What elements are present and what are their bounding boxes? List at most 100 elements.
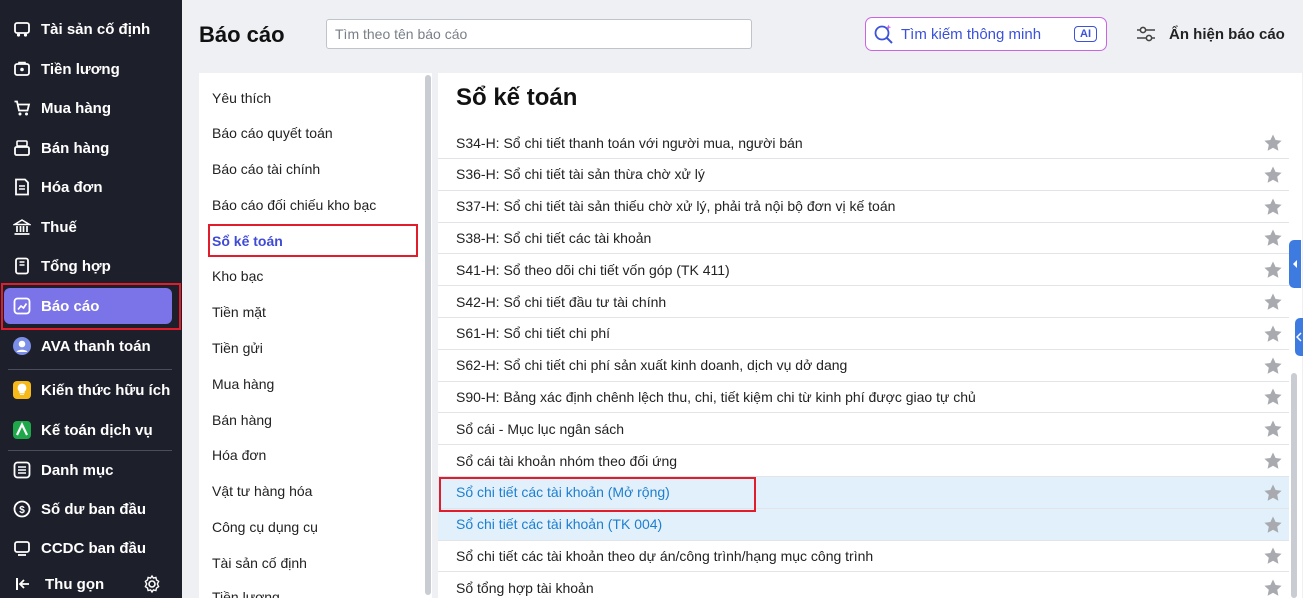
favorite-star-icon[interactable] (1263, 387, 1283, 407)
sidebar-item-label: CCDC ban đầu (41, 539, 146, 557)
report-row-label: Sổ chi tiết các tài khoản (TK 004) (456, 516, 663, 533)
collapse-label: Thu gọn (45, 575, 105, 593)
report-row-label: Sổ chi tiết các tài khoản theo dự án/côn… (456, 547, 874, 564)
category-cash[interactable]: Tiền mặt (212, 302, 266, 322)
report-row-label: Sổ cái - Mục lục ngân sách (456, 420, 625, 437)
report-scrollbar[interactable] (1291, 373, 1297, 598)
favorite-star-icon[interactable] (1263, 356, 1283, 376)
favorite-star-icon[interactable] (1263, 133, 1283, 153)
category-payroll[interactable]: Tiền lương (212, 587, 280, 598)
favorite-star-icon[interactable] (1263, 197, 1283, 217)
category-inventory[interactable]: Vật tư hàng hóa (212, 481, 312, 501)
report-row[interactable]: Sổ chi tiết các tài khoản (TK 004) (438, 508, 1289, 541)
report-row[interactable]: S62-H: Sổ chi tiết chi phí sản xuất kinh… (438, 350, 1289, 382)
invoice-icon (12, 177, 32, 197)
sidebar-item-label: Mua hàng (41, 99, 111, 117)
favorite-star-icon[interactable] (1263, 324, 1283, 344)
favorite-star-icon[interactable] (1263, 451, 1283, 471)
favorite-star-icon[interactable] (1263, 515, 1283, 535)
report-row[interactable]: S37-H: Sổ chi tiết tài sản thiếu chờ xử … (438, 191, 1289, 223)
report-row[interactable]: S90-H: Bảng xác định chênh lệch thu, chi… (438, 381, 1289, 414)
sidebar-item-payroll[interactable]: Tiền lương (4, 51, 172, 87)
report-row[interactable]: S38-H: Sổ chi tiết các tài khoản (438, 222, 1289, 255)
expand-panel-tab[interactable] (1295, 318, 1303, 356)
report-row[interactable]: Sổ cái tài khoản nhóm theo đối ứng (438, 445, 1289, 477)
sidebar-item-summary[interactable]: Tổng hợp (4, 248, 172, 284)
category-sales[interactable]: Bán hàng (212, 410, 272, 430)
report-row[interactable]: Sổ chi tiết các tài khoản theo dự án/côn… (438, 540, 1289, 573)
report-row[interactable]: S41-H: Sổ theo dõi chi tiết vốn góp (TK … (438, 254, 1289, 287)
report-row[interactable]: S42-H: Sổ chi tiết đầu tư tài chính (438, 286, 1289, 318)
book-icon (12, 256, 32, 276)
report-row[interactable]: S36-H: Sổ chi tiết tài sản thừa chờ xử l… (438, 159, 1289, 191)
favorite-star-icon[interactable] (1263, 228, 1283, 248)
sidebar-item-label: Bán hàng (41, 139, 110, 157)
category-treasury-reconciliation[interactable]: Báo cáo đối chiếu kho bạc (212, 195, 376, 215)
cart-icon (12, 98, 32, 118)
report-row-label: S41-H: Sổ theo dõi chi tiết vốn góp (TK … (456, 261, 730, 278)
sidebar-divider (8, 450, 172, 451)
sidebar-item-label: Tài sản cố định (41, 20, 151, 38)
sidebar-item-catalog[interactable]: Danh mục (4, 452, 172, 488)
sidebar-item-purchasing[interactable]: Mua hàng (4, 90, 172, 126)
highlight-box-reports (1, 283, 181, 330)
category-financial-reports[interactable]: Báo cáo tài chính (212, 159, 320, 179)
category-purchasing[interactable]: Mua hàng (212, 374, 274, 394)
sidebar-item-label: Hóa đơn (41, 178, 103, 196)
favorite-star-icon[interactable] (1263, 578, 1283, 598)
favorite-star-icon[interactable] (1263, 546, 1283, 566)
report-category-list: Yêu thích Báo cáo quyết toán Báo cáo tài… (199, 73, 432, 598)
favorite-star-icon[interactable] (1263, 292, 1283, 312)
category-scrollbar[interactable] (425, 75, 431, 595)
report-row-label: Sổ tổng hợp tài khoản (456, 579, 594, 596)
sidebar-item-useful-knowledge[interactable]: Kiến thức hữu ích (4, 372, 172, 408)
highlight-box-category (208, 224, 418, 257)
sidebar-item-sales[interactable]: Bán hàng (4, 130, 172, 166)
sidebar-item-opening-tools[interactable]: CCDC ban đầu (4, 530, 172, 566)
report-group-title: Sổ kế toán (456, 84, 578, 111)
report-row-label: S42-H: Sổ chi tiết đầu tư tài chính (456, 293, 667, 310)
sidebar-item-accounting-service[interactable]: Kế toán dịch vụ (4, 412, 172, 448)
toggle-reports-label: Ẩn hiện báo cáo (1169, 25, 1285, 43)
report-row[interactable]: S61-H: Sổ chi tiết chi phí (438, 318, 1289, 350)
page-title: Báo cáo (199, 22, 285, 47)
ai-badge: AI (1074, 26, 1097, 42)
category-settlement-reports[interactable]: Báo cáo quyết toán (212, 123, 333, 143)
category-favorites[interactable]: Yêu thích (212, 88, 271, 108)
favorite-star-icon[interactable] (1263, 419, 1283, 439)
category-treasury[interactable]: Kho bạc (212, 266, 263, 286)
favorite-star-icon[interactable] (1263, 165, 1283, 185)
report-search-input[interactable] (326, 19, 752, 49)
smart-search-button[interactable]: Tìm kiếm thông minh AI (865, 17, 1107, 51)
favorite-star-icon[interactable] (1263, 260, 1283, 280)
sidebar-item-invoices[interactable]: Hóa đơn (4, 169, 172, 205)
category-deposits[interactable]: Tiền gửi (212, 338, 263, 358)
category-invoices[interactable]: Hóa đơn (212, 445, 266, 465)
side-panel-tab[interactable] (1289, 240, 1301, 288)
collapse-icon (14, 575, 34, 593)
settings-gear-icon[interactable] (142, 574, 162, 598)
report-row[interactable]: S34-H: Sổ chi tiết thanh toán với người … (438, 127, 1289, 159)
highlight-box-report (439, 477, 756, 512)
report-row-label: S37-H: Sổ chi tiết tài sản thiếu chờ xử … (456, 198, 896, 215)
favorite-star-icon[interactable] (1263, 483, 1283, 503)
sidebar-item-tax[interactable]: Thuế (4, 209, 172, 245)
report-row[interactable]: Sổ cái - Mục lục ngân sách (438, 413, 1289, 446)
toggle-reports-button[interactable]: Ẩn hiện báo cáo (1135, 20, 1285, 48)
category-tools[interactable]: Công cụ dụng cụ (212, 517, 318, 537)
cashier-icon (12, 138, 32, 158)
wallet-icon (12, 59, 32, 79)
sidebar-item-label: AVA thanh toán (41, 337, 151, 355)
report-row[interactable]: Sổ tổng hợp tài khoản (438, 572, 1289, 598)
sidebar-item-opening-balance[interactable]: $ Số dư ban đầu (4, 491, 172, 527)
sidebar-item-label: Danh mục (41, 461, 114, 479)
ava-avatar-icon (12, 336, 32, 356)
category-fixed-assets[interactable]: Tài sản cố định (212, 553, 307, 573)
list-icon (12, 460, 32, 480)
collapse-button[interactable]: Thu gọn (0, 570, 182, 598)
sidebar-item-ava-payment[interactable]: AVA thanh toán (4, 328, 172, 364)
report-row-label: Sổ cái tài khoản nhóm theo đối ứng (456, 452, 678, 469)
caret-left-icon (1291, 259, 1299, 269)
sidebar-item-fixed-assets[interactable]: Tài sản cố định (4, 11, 172, 47)
sidebar: Tài sản cố định Tiền lương Mua hàng Bán … (0, 0, 182, 598)
